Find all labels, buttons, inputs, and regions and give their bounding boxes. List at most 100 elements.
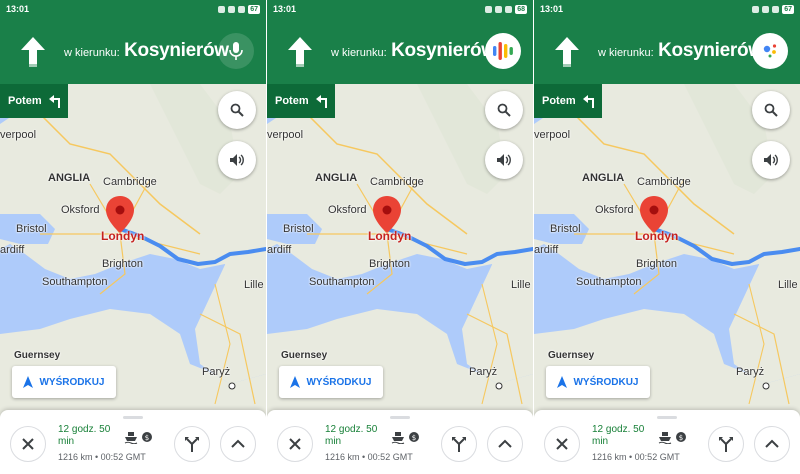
eta-duration: 12 godz. 50 min [58, 424, 111, 447]
recenter-button[interactable]: WYŚRODKUJ [279, 366, 383, 398]
sheet-handle[interactable] [657, 416, 677, 419]
map-label-liverpool: verpool [267, 129, 304, 141]
map-label-oksford: Oksford [61, 204, 100, 216]
direction-prefix: w kierunku: [331, 47, 387, 59]
map-label-lille: Lille [511, 279, 531, 291]
recenter-button[interactable]: WYŚRODKUJ [546, 366, 650, 398]
map-label-london: Londyn [635, 229, 679, 243]
map-label-anglia: ANGLIA [582, 172, 625, 184]
map-label-lille: Lille [778, 279, 798, 291]
assistant-listening-button[interactable] [485, 33, 521, 69]
microphone-icon [229, 42, 243, 60]
search-icon [764, 103, 778, 117]
travel-mode-icons: $ [658, 430, 687, 444]
google-assistant-bars-icon [493, 42, 513, 60]
direction-street: Kosynierów [124, 40, 229, 61]
ferry-icon [124, 432, 138, 444]
navigation-banner[interactable]: w kierunku: Kosynierów [267, 18, 533, 84]
toll-icon: $ [676, 432, 686, 442]
alternate-routes-button[interactable] [174, 426, 210, 462]
straight-arrow-icon [288, 37, 312, 67]
expand-sheet-button[interactable] [754, 426, 790, 462]
ferry-icon [391, 432, 405, 444]
then-turn-banner: Potem [267, 84, 335, 118]
alternate-routes-button[interactable] [441, 426, 477, 462]
straight-arrow-icon [21, 37, 45, 67]
screen-2: verpool ANGLIA Cambridge Oksford Bristol… [267, 0, 533, 474]
signal-icon [495, 5, 503, 13]
svg-text:$: $ [679, 434, 683, 442]
expand-sheet-button[interactable] [220, 426, 256, 462]
direction-prefix: w kierunku: [64, 47, 120, 59]
status-time: 13:01 [6, 4, 30, 14]
search-icon [230, 103, 244, 117]
navigation-arrow-icon [23, 376, 34, 388]
trip-bottom-sheet[interactable]: 12 godz. 50 min $ 1216 km • 00:52 GMT [267, 410, 533, 474]
fork-route-icon [185, 437, 199, 452]
sound-button[interactable] [485, 141, 523, 179]
wifi-icon [238, 5, 246, 13]
voice-search-button[interactable] [218, 33, 254, 69]
battery-icon: 67 [248, 4, 260, 14]
then-turn-banner: Potem [534, 84, 602, 118]
navigation-banner[interactable]: w kierunku: Kosynierów [0, 18, 266, 84]
recenter-label: WYŚRODKUJ [573, 376, 639, 388]
alternate-routes-button[interactable] [708, 426, 744, 462]
battery-icon: 68 [515, 4, 527, 14]
map-label-brighton: Brighton [636, 258, 677, 270]
distance-arrival: 1216 km • 00:52 GMT [58, 452, 146, 462]
navigation-arrow-icon [290, 376, 301, 388]
svg-text:$: $ [145, 434, 149, 442]
search-along-route-button[interactable] [485, 91, 523, 129]
navigation-arrow-icon [557, 376, 568, 388]
ferry-icon [658, 432, 672, 444]
assistant-button[interactable] [752, 33, 788, 69]
search-along-route-button[interactable] [752, 91, 790, 129]
direction-text: w kierunku: Kosynierów [331, 40, 496, 62]
status-bar: 13:01 67 [534, 0, 800, 18]
exit-navigation-button[interactable] [277, 426, 313, 462]
recenter-button[interactable]: WYŚRODKUJ [12, 366, 116, 398]
distance-arrival: 1216 km • 00:52 GMT [592, 452, 680, 462]
battery-icon: 67 [782, 4, 794, 14]
status-time: 13:01 [540, 4, 564, 14]
status-time: 13:01 [273, 4, 297, 14]
recenter-label: WYŚRODKUJ [39, 376, 105, 388]
then-turn-banner: Potem [0, 84, 68, 118]
search-along-route-button[interactable] [218, 91, 256, 129]
turn-left-icon [582, 95, 594, 108]
map-label-oksford: Oksford [328, 204, 367, 216]
sheet-handle[interactable] [390, 416, 410, 419]
status-bar: 13:01 68 [267, 0, 533, 18]
status-icons: 67 [752, 4, 794, 14]
sheet-handle[interactable] [123, 416, 143, 419]
map-label-bristol: Bristol [283, 223, 314, 235]
map-label-anglia: ANGLIA [48, 172, 91, 184]
map-label-oksford: Oksford [595, 204, 634, 216]
sound-button[interactable] [752, 141, 790, 179]
distance-arrival: 1216 km • 00:52 GMT [325, 452, 413, 462]
map-label-liverpool: verpool [534, 129, 571, 141]
map-label-bristol: Bristol [550, 223, 581, 235]
status-icons: 67 [218, 4, 260, 14]
chevron-up-icon [498, 439, 512, 448]
close-icon [556, 438, 568, 450]
sound-button[interactable] [218, 141, 256, 179]
bluetooth-icon [485, 5, 493, 13]
exit-navigation-button[interactable] [10, 426, 46, 462]
then-label: Potem [8, 95, 42, 107]
expand-sheet-button[interactable] [487, 426, 523, 462]
speaker-icon [230, 154, 244, 166]
signal-icon [762, 5, 770, 13]
navigation-banner[interactable]: w kierunku: Kosynierów [534, 18, 800, 84]
turn-left-icon [315, 95, 327, 108]
trip-bottom-sheet[interactable]: 12 godz. 50 min $ 1216 km • 00:52 GMT [534, 410, 800, 474]
svg-text:$: $ [412, 434, 416, 442]
toll-icon: $ [409, 432, 419, 442]
trip-bottom-sheet[interactable]: 12 godz. 50 min $ 1216 km • 00:52 GMT [0, 410, 266, 474]
map-label-cambridge: Cambridge [370, 176, 424, 188]
turn-left-icon [48, 95, 60, 108]
exit-navigation-button[interactable] [544, 426, 580, 462]
then-label: Potem [542, 95, 576, 107]
map-label-southampton: Southampton [42, 276, 108, 288]
